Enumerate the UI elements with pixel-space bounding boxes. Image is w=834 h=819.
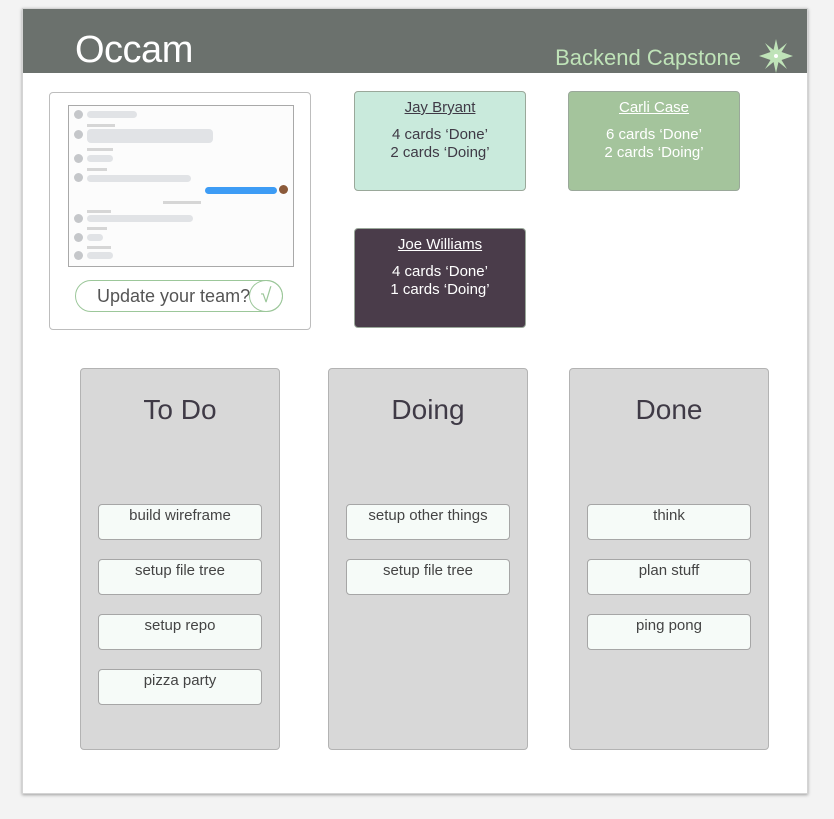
kanban-column-doing: Doing setup other things setup file tree: [328, 368, 528, 750]
member-name-link[interactable]: Joe Williams: [355, 236, 525, 253]
task-card[interactable]: ping pong: [587, 614, 751, 650]
column-title: To Do: [143, 394, 217, 425]
member-card[interactable]: Joe Williams 4 cards ‘Done’ 1 cards ‘Doing…: [354, 228, 526, 328]
kanban-column-to-do: To Do build wireframe setup file tree setup…: [80, 368, 280, 750]
task-card[interactable]: think: [587, 504, 751, 540]
chat-preview-thumbnail: [68, 105, 294, 267]
app-title: Occam: [75, 29, 193, 71]
column-title: Done: [635, 394, 703, 425]
app-window: Occam Backend Capstone Update your team?…: [22, 8, 808, 794]
member-doing-count: 2 cards ‘Doing’: [604, 144, 704, 161]
member-done-count: 4 cards ‘Done’: [392, 263, 488, 280]
kanban-column-done: Done think plan stuff ping pong: [569, 368, 769, 750]
header-bar: Occam Backend Capstone: [23, 9, 807, 73]
task-card[interactable]: build wireframe: [98, 504, 262, 540]
team-chat-card: Update your team? √: [49, 92, 311, 330]
task-card[interactable]: setup other things: [346, 504, 510, 540]
update-team-button[interactable]: Update your team? √: [75, 280, 283, 312]
member-card[interactable]: Jay Bryant 4 cards ‘Done’ 2 cards ‘Doing’: [354, 91, 526, 191]
task-card[interactable]: setup file tree: [98, 559, 262, 595]
task-card[interactable]: pizza party: [98, 669, 262, 705]
member-done-count: 4 cards ‘Done’: [392, 126, 488, 143]
project-name[interactable]: Backend Capstone: [555, 45, 741, 71]
update-team-label: Update your team?: [97, 286, 251, 306]
member-name-link[interactable]: Carli Case: [569, 99, 739, 116]
task-card[interactable]: setup file tree: [346, 559, 510, 595]
starburst-icon[interactable]: [759, 39, 793, 73]
task-card[interactable]: plan stuff: [587, 559, 751, 595]
member-doing-count: 2 cards ‘Doing’: [390, 144, 490, 161]
member-name-link[interactable]: Jay Bryant: [355, 99, 525, 116]
member-done-count: 6 cards ‘Done’: [606, 126, 702, 143]
member-card[interactable]: Carli Case 6 cards ‘Done’ 2 cards ‘Doing’: [568, 91, 740, 191]
check-icon[interactable]: √: [249, 280, 283, 312]
task-card[interactable]: setup repo: [98, 614, 262, 650]
column-title: Doing: [391, 394, 465, 425]
member-doing-count: 1 cards ‘Doing’: [390, 281, 490, 298]
